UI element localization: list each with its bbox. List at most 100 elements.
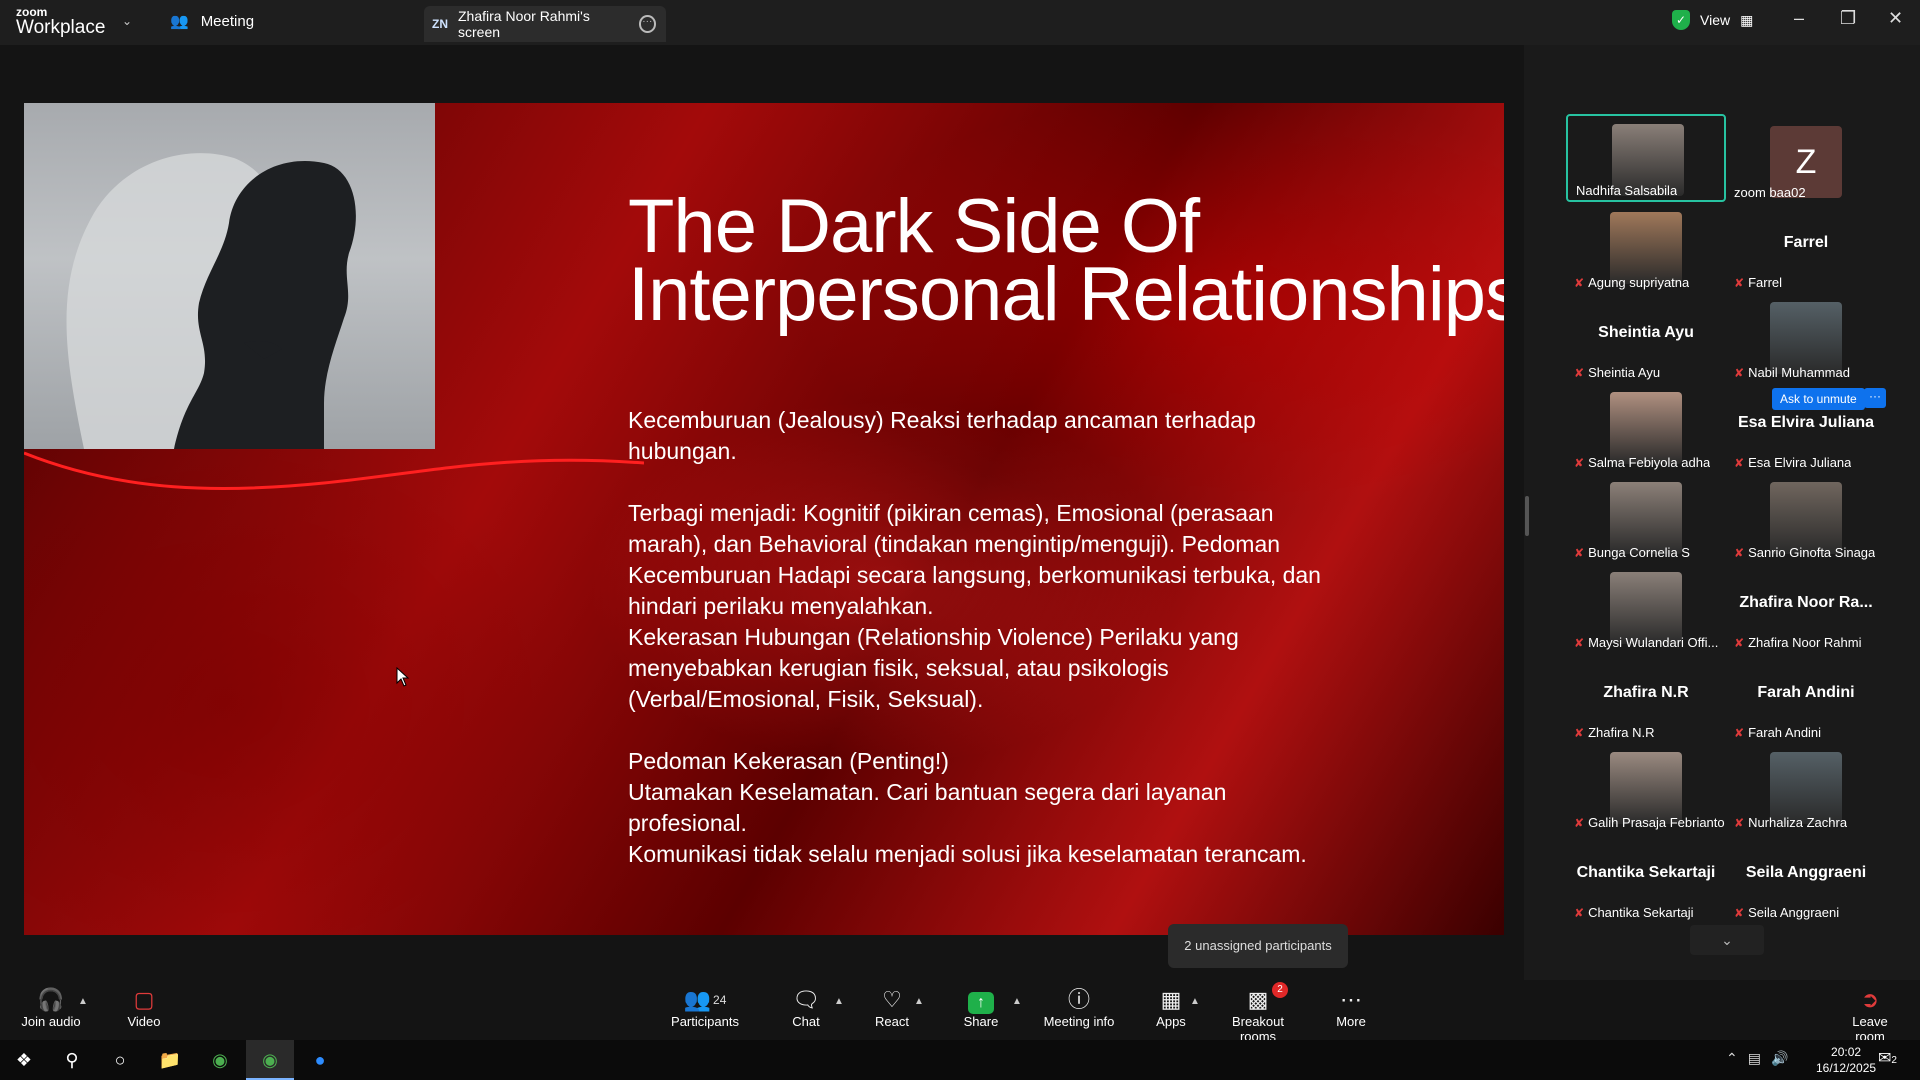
react-options-caret[interactable]: ▲	[914, 996, 924, 1007]
participant-name: ✘ Esa Elvira Juliana	[1734, 455, 1851, 470]
participant-tile[interactable]: Farrel ✘ Farrel	[1726, 204, 1886, 292]
notification-icon[interactable]: ✉2	[1878, 1048, 1897, 1068]
breakout-rooms-button[interactable]: ▩ 2 Breakout rooms	[1214, 982, 1302, 1044]
participant-tile[interactable]: Sheintia Ayu ✘ Sheintia Ayu	[1566, 294, 1726, 382]
slide-title-line-1: The Dark Side Of	[628, 184, 1200, 269]
chat-options-caret[interactable]: ▲	[834, 996, 844, 1007]
participant-name: ✘ Bunga Cornelia S	[1574, 545, 1690, 560]
participant-tile[interactable]: ✘ Maysi Wulandari Offi...	[1566, 564, 1726, 652]
participant-name-text: Bunga Cornelia S	[1588, 545, 1690, 560]
react-label: React	[875, 1014, 909, 1029]
chrome-icon[interactable]: ◉	[196, 1040, 244, 1080]
participant-tile[interactable]: ✘ Galih Prasaja Febrianto	[1566, 744, 1726, 832]
chevron-down-icon: ⌄	[1721, 932, 1733, 948]
more-label: More	[1336, 1014, 1366, 1029]
participant-tile[interactable]: Nadhifa Salsabila	[1566, 114, 1726, 202]
audio-options-caret[interactable]: ▲	[78, 996, 88, 1007]
view-button[interactable]: View	[1700, 12, 1730, 28]
participant-name-text: zoom baa02	[1734, 185, 1806, 200]
logo-bottom-text: Workplace	[16, 17, 106, 38]
react-button[interactable]: ♡ React	[870, 986, 914, 1029]
tile-more-icon[interactable]: ···	[1864, 388, 1886, 408]
more-options-icon[interactable]: ···	[638, 15, 656, 33]
mic-muted-icon: ✘	[1734, 275, 1745, 290]
tray-chevron-icon[interactable]: ⌃	[1726, 1050, 1738, 1067]
participant-tile[interactable]: Seila Anggraeni ✘ Seila Anggraeni	[1726, 834, 1886, 922]
join-audio-button[interactable]: 🎧 Join audio	[18, 986, 84, 1029]
ask-to-unmute-button[interactable]: Ask to unmute	[1772, 388, 1865, 410]
participant-name: ✘ Sanrio Ginofta Sinaga	[1734, 545, 1875, 560]
participants-label: Participants	[671, 1014, 739, 1029]
chat-button[interactable]: 🗨 Chat	[786, 986, 826, 1029]
panel-resize-handle[interactable]	[1525, 496, 1529, 536]
participant-tile[interactable]: Zzoom baa02	[1726, 114, 1886, 202]
network-icon[interactable]: ▤	[1748, 1050, 1761, 1067]
unassigned-tooltip: 2 unassigned participants	[1168, 924, 1348, 968]
heart-icon: ♡	[882, 987, 902, 1012]
minimize-icon[interactable]: –	[1794, 8, 1804, 29]
participant-tile[interactable]: Zhafira N.R ✘ Zhafira N.R	[1566, 654, 1726, 742]
participant-name-text: Galih Prasaja Febrianto	[1588, 815, 1725, 830]
meeting-tab[interactable]: 👥 Meeting	[170, 12, 254, 31]
apps-options-caret[interactable]: ▲	[1190, 996, 1200, 1007]
participant-tile[interactable]: Chantika Sekartaji ✘ Chantika Sekartaji	[1566, 834, 1726, 922]
video-off-icon: ▢	[133, 987, 155, 1012]
mic-muted-icon: ✘	[1574, 545, 1585, 560]
participant-name-text: Nabil Muhammad	[1748, 365, 1850, 380]
participant-name-text: Salma Febiyola adha	[1588, 455, 1711, 470]
participant-tile[interactable]: ✘ Bunga Cornelia S	[1566, 474, 1726, 562]
chrome-active-icon[interactable]: ◉	[246, 1040, 294, 1080]
meeting-info-button[interactable]: ⓘ Meeting info	[1042, 986, 1116, 1029]
participant-avatar	[1770, 752, 1842, 824]
participant-tile[interactable]: ✘ Salma Febiyola adha	[1566, 384, 1726, 472]
volume-icon[interactable]: 🔊	[1771, 1050, 1788, 1067]
participant-avatar	[1610, 392, 1682, 464]
mic-muted-icon: ✘	[1574, 815, 1585, 830]
participant-name: ✘ Salma Febiyola adha	[1574, 455, 1710, 470]
info-icon: ⓘ	[1067, 987, 1090, 1012]
apps-button[interactable]: ▦ Apps	[1152, 986, 1190, 1029]
share-options-caret[interactable]: ▲	[1012, 996, 1022, 1007]
screen-share-tab-label: Zhafira Noor Rahmi's screen	[458, 8, 590, 40]
participant-name: ✘ Nurhaliza Zachra	[1734, 815, 1847, 830]
slide-body: Kecemburuan (Jealousy) Reaksi terhadap a…	[628, 405, 1348, 870]
cortana-icon[interactable]: ○	[96, 1040, 144, 1080]
participants-count: 24	[713, 993, 727, 1007]
participant-avatar	[1610, 212, 1682, 284]
video-button[interactable]: ▢ Video	[118, 986, 170, 1029]
participant-avatar	[1770, 482, 1842, 554]
participant-tile[interactable]: ✘ Agung supriyatna	[1566, 204, 1726, 292]
zoom-app-icon[interactable]: ●	[296, 1040, 344, 1080]
restore-icon[interactable]: ❐	[1840, 8, 1856, 29]
search-icon[interactable]: ⚲	[48, 1040, 96, 1080]
participant-tile[interactable]: ✘ Nurhaliza Zachra	[1726, 744, 1886, 832]
participant-name-text: Esa Elvira Juliana	[1748, 455, 1852, 470]
windows-start-icon[interactable]: ❖	[0, 1040, 48, 1080]
participant-tile[interactable]: ✘ Nabil Muhammad	[1726, 294, 1886, 382]
grid-icon[interactable]: ▦	[1740, 12, 1753, 29]
participant-name-text: Seila Anggraeni	[1748, 905, 1840, 920]
participant-tile[interactable]: Farah Andini ✘ Farah Andini	[1726, 654, 1886, 742]
file-explorer-icon[interactable]: 📁	[146, 1040, 194, 1080]
share-button[interactable]: ↑ Share	[960, 986, 1002, 1029]
close-icon[interactable]: ✕	[1888, 8, 1903, 29]
shield-icon[interactable]: ✓	[1672, 10, 1690, 30]
chevron-down-icon[interactable]: ⌄	[122, 14, 132, 28]
screen-share-tab[interactable]: ZN Zhafira Noor Rahmi's screen ···	[424, 6, 666, 42]
slide-paragraph-jealousy: Kecemburuan (Jealousy) Reaksi terhadap a…	[628, 407, 1256, 464]
people-icon: 👥	[170, 13, 189, 30]
notification-count: 2	[1891, 1055, 1897, 1066]
participant-name: ✘ Maysi Wulandari Offi...	[1574, 635, 1718, 650]
participant-avatar	[1770, 302, 1842, 374]
participant-display-name: Esa Elvira Juliana	[1737, 414, 1875, 431]
leave-room-button[interactable]: ➲ Leave room	[1836, 986, 1904, 1044]
participant-name: ✘ Galih Prasaja Febrianto	[1574, 815, 1725, 830]
participant-tile[interactable]: Zhafira Noor Ra... ✘ Zhafira Noor Rahmi	[1726, 564, 1886, 652]
mic-muted-icon: ✘	[1734, 635, 1745, 650]
more-button[interactable]: ⋯ More	[1334, 986, 1368, 1029]
system-clock[interactable]: 20:02 16/12/2025	[1816, 1044, 1876, 1076]
participant-tile[interactable]: ✘ Sanrio Ginofta Sinaga	[1726, 474, 1886, 562]
slide-title-line-2: Interpersonal Relationships	[628, 252, 1504, 337]
scroll-down-button[interactable]: ⌄	[1690, 925, 1764, 955]
participants-button[interactable]: 👥 24 Participants	[662, 986, 748, 1029]
